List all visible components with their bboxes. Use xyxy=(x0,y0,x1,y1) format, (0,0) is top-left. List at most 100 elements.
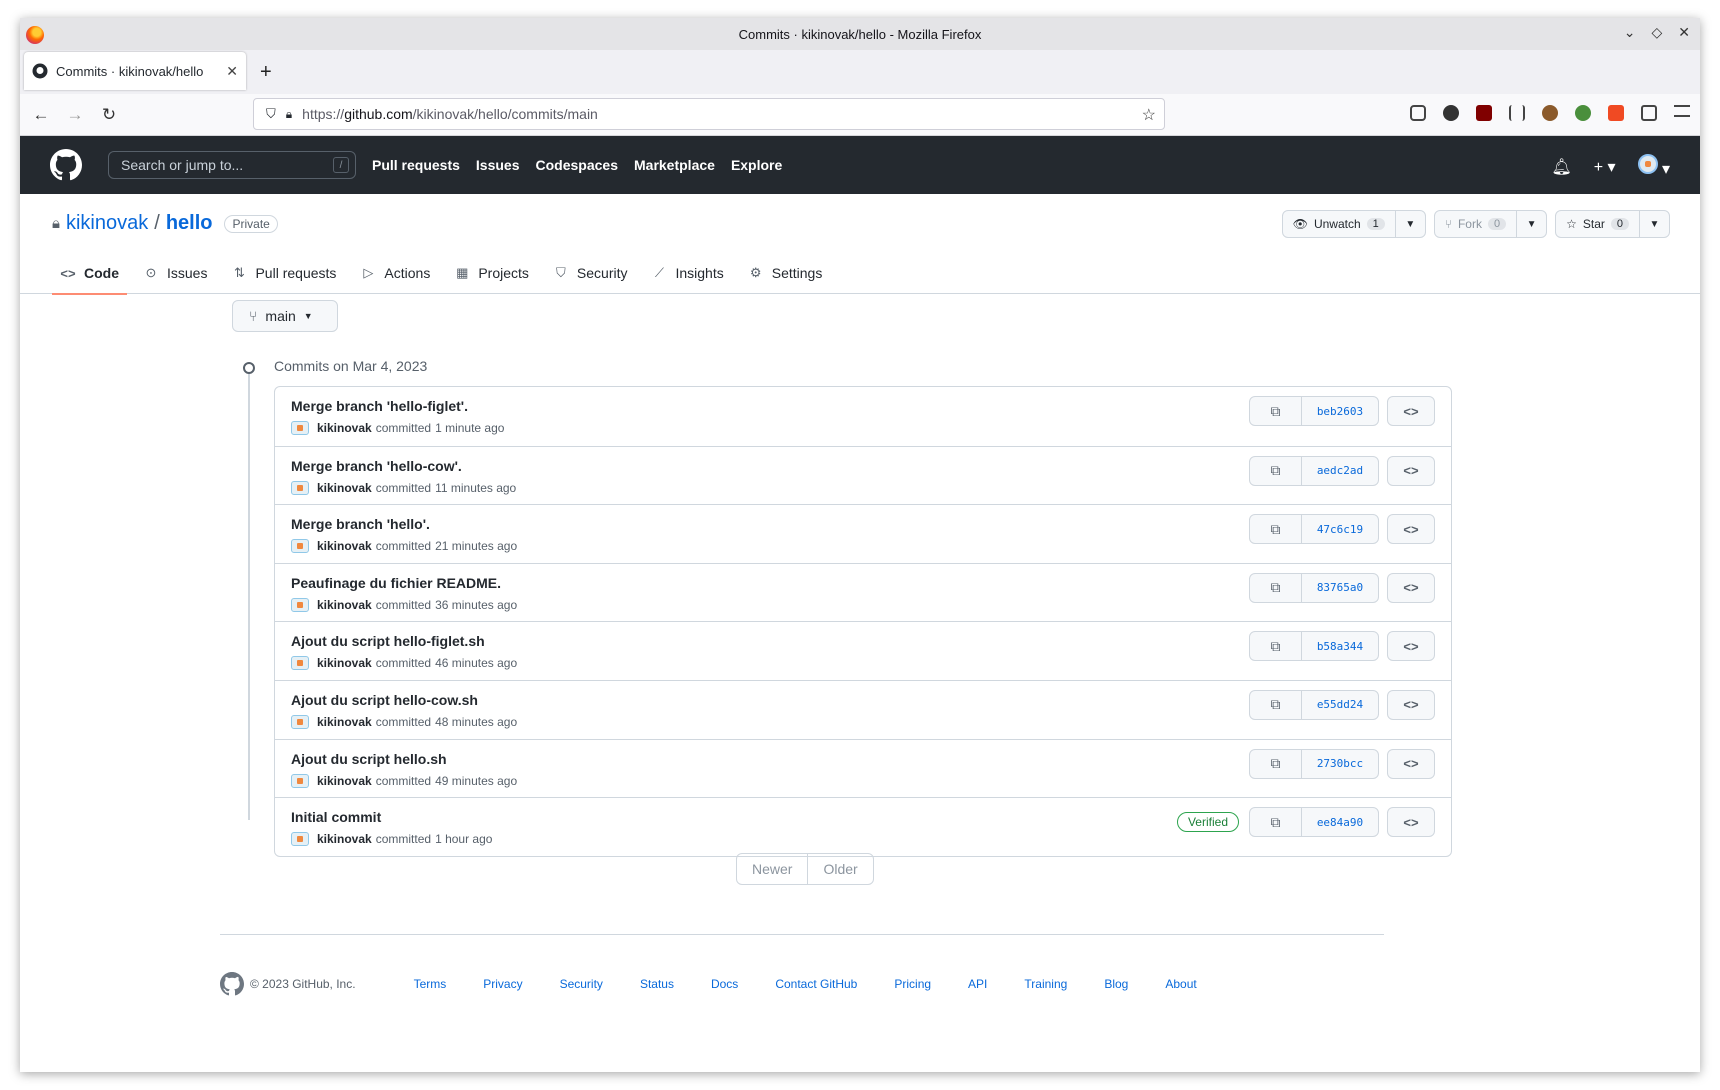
commit-sha-link[interactable]: e55dd24 xyxy=(1302,691,1378,719)
tab-insights[interactable]: ⟋ Insights xyxy=(643,252,731,294)
commit-message-link[interactable]: Ajout du script hello.sh xyxy=(291,751,447,767)
maximize-icon[interactable]: ◇ xyxy=(1651,24,1662,41)
info-icon[interactable] xyxy=(1443,105,1459,121)
commit-message-link[interactable]: Merge branch 'hello-figlet'. xyxy=(291,398,468,414)
browser-tab[interactable]: Commits · kikinovak/hello ✕ xyxy=(24,52,246,90)
footer-link-privacy[interactable]: Privacy xyxy=(483,977,522,991)
footer-link-api[interactable]: API xyxy=(968,977,987,991)
star-button[interactable]: ☆ Star 0 xyxy=(1556,211,1639,237)
extension-bars-icon[interactable] xyxy=(1509,105,1525,121)
footer-link-pricing[interactable]: Pricing xyxy=(894,977,931,991)
older-button[interactable]: Older xyxy=(808,854,872,884)
branch-selector-button[interactable]: ⑂ main ▼ xyxy=(232,300,338,332)
commit-author-link[interactable]: kikinovak xyxy=(317,598,372,612)
reader-icon[interactable] xyxy=(1641,105,1657,121)
commit-author-link[interactable]: kikinovak xyxy=(317,481,372,495)
avatar[interactable] xyxy=(291,421,309,435)
bookmark-star-icon[interactable]: ☆ xyxy=(1142,105,1156,125)
repo-owner-link[interactable]: kikinovak xyxy=(66,212,148,235)
avatar[interactable] xyxy=(291,714,309,729)
newer-button[interactable]: Newer xyxy=(737,854,809,884)
browse-repo-code-icon[interactable]: <> xyxy=(1387,689,1435,720)
tab-projects[interactable]: ▦ Projects xyxy=(446,252,537,294)
avatar[interactable] xyxy=(291,539,309,554)
copy-sha-icon[interactable]: ⧉ xyxy=(1250,808,1302,837)
forward-icon[interactable]: → xyxy=(58,105,92,125)
copy-sha-icon[interactable]: ⧉ xyxy=(1250,690,1302,719)
browse-repo-code-icon[interactable]: <> xyxy=(1387,807,1435,838)
avatar[interactable] xyxy=(291,597,309,612)
tor-icon[interactable] xyxy=(1575,105,1591,121)
commit-message-link[interactable]: Peaufinage du fichier README. xyxy=(291,575,501,591)
verified-badge[interactable]: Verified xyxy=(1176,812,1239,833)
copy-sha-icon[interactable]: ⧉ xyxy=(1250,632,1302,661)
lock-icon[interactable]: 🔒︎ xyxy=(286,107,292,122)
tab-code[interactable]: <> Code xyxy=(52,252,127,295)
github-footer-logo-icon[interactable] xyxy=(220,972,244,996)
browse-repo-code-icon[interactable]: <> xyxy=(1387,455,1435,486)
nav-issues[interactable]: Issues xyxy=(476,157,520,173)
commit-sha-link[interactable]: aedc2ad xyxy=(1302,457,1378,485)
commit-message-link[interactable]: Initial commit xyxy=(291,809,381,825)
tab-issues[interactable]: ⊙ Issues xyxy=(135,252,215,294)
copy-sha-icon[interactable]: ⧉ xyxy=(1250,749,1302,778)
avatar[interactable] xyxy=(291,480,309,495)
close-window-icon[interactable]: ✕ xyxy=(1678,24,1690,41)
footer-link-contact-github[interactable]: Contact GitHub xyxy=(775,977,857,991)
commit-sha-link[interactable]: 47c6c19 xyxy=(1302,515,1378,543)
github-logo-icon[interactable] xyxy=(50,149,82,181)
cookie-icon[interactable] xyxy=(1542,105,1558,121)
fork-button[interactable]: ⑂ Fork 0 xyxy=(1435,211,1516,237)
footer-link-terms[interactable]: Terms xyxy=(414,977,447,991)
tab-actions[interactable]: ▷ Actions xyxy=(352,252,438,294)
search-input[interactable]: Search or jump to... / xyxy=(108,151,356,179)
browse-repo-code-icon[interactable]: <> xyxy=(1387,514,1435,545)
browse-repo-code-icon[interactable]: <> xyxy=(1387,631,1435,662)
notifications-bell-icon[interactable]: 🔔︎ xyxy=(1551,157,1571,177)
browse-repo-code-icon[interactable]: <> xyxy=(1387,396,1435,426)
minimize-icon[interactable]: ⌄ xyxy=(1624,24,1636,41)
copy-sha-icon[interactable]: ⧉ xyxy=(1250,456,1302,485)
create-new-plus-icon[interactable]: + ▾ xyxy=(1594,157,1616,177)
fork-dropdown-icon[interactable]: ▼ xyxy=(1516,211,1546,237)
ublock-icon[interactable] xyxy=(1476,105,1492,121)
avatar[interactable] xyxy=(291,656,309,671)
commit-sha-link[interactable]: beb2603 xyxy=(1302,397,1378,425)
commit-message-link[interactable]: Merge branch 'hello-cow'. xyxy=(291,458,462,474)
watch-dropdown-icon[interactable]: ▼ xyxy=(1394,211,1425,237)
footer-link-status[interactable]: Status xyxy=(640,977,674,991)
commit-author-link[interactable]: kikinovak xyxy=(317,656,372,670)
commit-sha-link[interactable]: 2730bcc xyxy=(1302,750,1378,778)
commit-author-link[interactable]: kikinovak xyxy=(317,539,372,553)
avatar[interactable] xyxy=(291,773,309,788)
copy-sha-icon[interactable]: ⧉ xyxy=(1250,397,1302,425)
avatar[interactable] xyxy=(291,832,309,847)
commit-author-link[interactable]: kikinovak xyxy=(317,421,372,435)
nav-marketplace[interactable]: Marketplace xyxy=(634,157,715,173)
commit-sha-link[interactable]: 83765a0 xyxy=(1302,574,1378,602)
back-icon[interactable]: ← xyxy=(24,105,58,125)
commit-message-link[interactable]: Ajout du script hello-cow.sh xyxy=(291,692,478,708)
shield-tracking-icon[interactable]: ⛉ xyxy=(266,106,276,122)
commit-author-link[interactable]: kikinovak xyxy=(317,832,372,846)
reload-icon[interactable]: ↻ xyxy=(92,105,126,125)
browse-repo-code-icon[interactable]: <> xyxy=(1387,748,1435,779)
footer-link-docs[interactable]: Docs xyxy=(711,977,738,991)
translate-icon[interactable] xyxy=(1608,105,1624,121)
nav-pull-requests[interactable]: Pull requests xyxy=(372,157,460,173)
footer-link-blog[interactable]: Blog xyxy=(1104,977,1128,991)
commit-author-link[interactable]: kikinovak xyxy=(317,715,372,729)
tab-settings[interactable]: ⚙ Settings xyxy=(740,252,831,294)
nav-explore[interactable]: Explore xyxy=(731,157,782,173)
footer-link-about[interactable]: About xyxy=(1165,977,1196,991)
commit-message-link[interactable]: Merge branch 'hello'. xyxy=(291,516,430,532)
url-bar[interactable]: ⛉ 🔒︎ https://github.com/kikinovak/hello/… xyxy=(253,98,1165,130)
footer-link-training[interactable]: Training xyxy=(1024,977,1067,991)
footer-link-security[interactable]: Security xyxy=(560,977,603,991)
new-tab-icon[interactable]: + xyxy=(260,61,272,84)
unwatch-button[interactable]: 👁︎ Unwatch 1 xyxy=(1283,211,1395,237)
copy-sha-icon[interactable]: ⧉ xyxy=(1250,515,1302,544)
commit-sha-link[interactable]: ee84a90 xyxy=(1302,808,1378,836)
tab-pull-requests[interactable]: ⇅ Pull requests xyxy=(223,252,344,294)
pocket-icon[interactable] xyxy=(1410,105,1426,121)
